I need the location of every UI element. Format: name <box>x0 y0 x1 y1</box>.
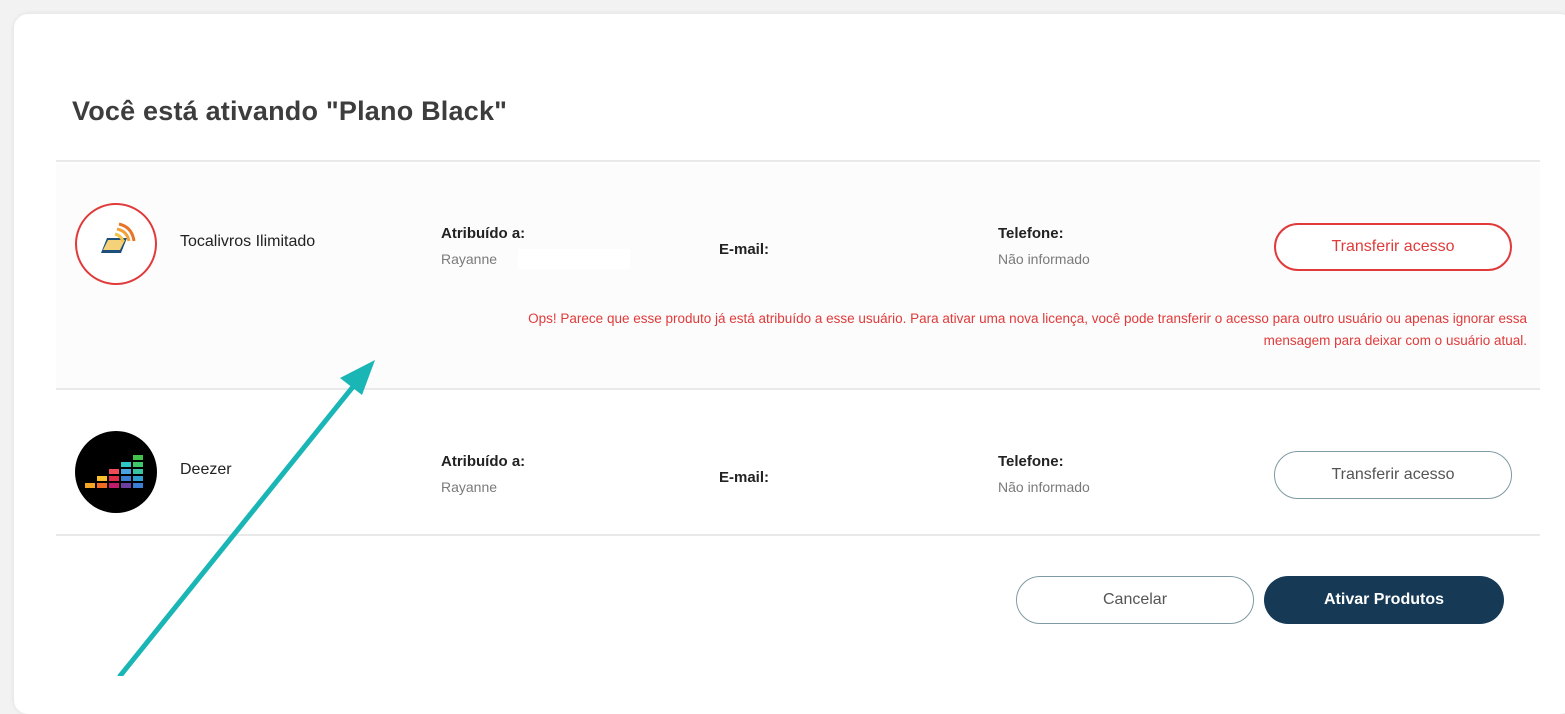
error-message: Ops! Parece que esse produto já está atr… <box>87 308 1527 352</box>
assigned-label: Atribuído a: <box>441 453 526 470</box>
email-label: E-mail: <box>719 241 770 258</box>
dialog-title: Você está ativando "Plano Black" <box>72 96 508 126</box>
assigned-label: Atribuído a: <box>441 225 526 242</box>
transfer-access-button[interactable]: Transferir acesso <box>1274 223 1512 271</box>
activate-products-button[interactable]: Ativar Produtos <box>1264 576 1504 624</box>
assigned-value: Rayanne <box>441 479 498 495</box>
divider <box>56 160 1540 162</box>
phone-value: Não informado <box>998 251 1090 267</box>
redacted-field <box>518 477 630 497</box>
product-name: Deezer <box>180 461 232 478</box>
cancel-button[interactable]: Cancelar <box>1016 576 1254 624</box>
phone-label: Telefone: <box>998 225 1064 242</box>
error-message-line: Ops! Parece que esse produto já está atr… <box>528 311 1527 326</box>
assigned-value: Rayanne <box>441 251 498 267</box>
email-label: E-mail: <box>719 469 770 486</box>
error-message-line: mensagem para deixar com o usuário atual… <box>1263 333 1527 348</box>
product-name: Tocalivros Ilimitado <box>180 233 316 250</box>
phone-value: Não informado <box>998 479 1090 495</box>
redacted-field <box>518 249 630 269</box>
phone-label: Telefone: <box>998 453 1064 470</box>
transfer-access-button[interactable]: Transferir acesso <box>1274 451 1512 499</box>
product-row-tocalivros <box>56 164 1540 388</box>
divider <box>56 388 1540 390</box>
divider <box>56 534 1540 536</box>
tocalivros-logo-icon <box>75 203 157 285</box>
deezer-logo-icon <box>75 431 157 513</box>
